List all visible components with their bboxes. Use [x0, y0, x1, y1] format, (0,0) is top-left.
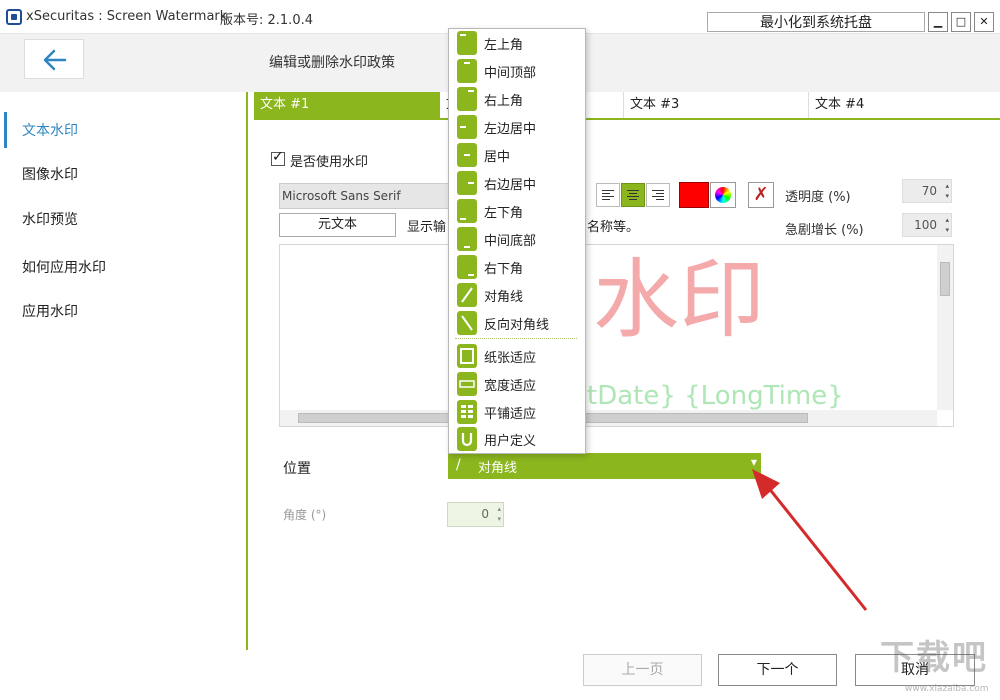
dropdown-separator [455, 338, 577, 339]
align-center-button[interactable] [621, 183, 645, 207]
bottom-left-icon [457, 199, 477, 223]
annotation-arrow-icon [752, 469, 868, 611]
growth-spinner[interactable]: 100 [902, 213, 952, 237]
minimize-button[interactable]: ▁ [928, 12, 948, 32]
sidebar-active-indicator [4, 112, 7, 148]
display-text-hint: 显示输 [407, 220, 447, 235]
sidebar-item-watermark-preview[interactable]: 水印预览 [22, 209, 78, 229]
version-label: 版本号: 2.1.0.4 [220, 13, 313, 28]
vertical-scroll-thumb[interactable] [940, 262, 950, 296]
preview-watermark-text: 水印 [593, 250, 765, 350]
preview-watermark-subtext: tDate} {LongTime} [587, 381, 844, 411]
sidebar-item-how-to-apply[interactable]: 如何应用水印 [22, 257, 106, 277]
display-text-hint-suffix: 名称等。 [587, 220, 640, 235]
dropdown-option-custom[interactable]: 用户定义 [457, 426, 583, 452]
dropdown-option-top-center[interactable]: 中间顶部 [457, 58, 583, 84]
dropdown-option-top-left[interactable]: 左上角 [457, 30, 583, 56]
dropdown-option-fit-width[interactable]: 宽度适应 [457, 371, 583, 397]
dropdown-option-center[interactable]: 居中 [457, 142, 583, 168]
dropdown-option-middle-left[interactable]: 左边居中 [457, 114, 583, 140]
dropdown-option-reverse-diagonal[interactable]: 反向对角线 [457, 310, 583, 336]
maximize-button[interactable]: □ [951, 12, 971, 32]
dropdown-option-top-right[interactable]: 右上角 [457, 86, 583, 112]
center-icon [457, 143, 477, 167]
app-title: xSecuritas : Screen Watermark [26, 9, 228, 24]
align-right-button[interactable] [646, 183, 670, 207]
app-window: xSecuritas : Screen Watermark 版本号: 2.1.0… [0, 0, 1000, 700]
dropdown-option-diagonal[interactable]: 对角线 [457, 282, 583, 308]
use-watermark-checkbox[interactable] [271, 149, 285, 166]
align-left-button[interactable] [596, 183, 620, 207]
diagonal-icon [457, 283, 477, 307]
arrow-left-icon [43, 49, 67, 71]
tab-text-1[interactable]: 文本 #1 [254, 92, 440, 120]
previous-button[interactable]: 上一页 [583, 654, 702, 686]
site-watermark-url: www.xiazaiba.com [905, 684, 989, 694]
angle-label: 角度 (°) [283, 508, 327, 522]
minimize-to-tray-button[interactable]: 最小化到系统托盘 [707, 12, 925, 32]
back-button[interactable] [24, 39, 84, 79]
use-watermark-label: 是否使用水印 [290, 155, 369, 170]
close-button[interactable]: ✕ [974, 12, 994, 32]
position-select[interactable]: / 对角线 ▼ [448, 453, 761, 479]
diagonal-icon: / [456, 457, 461, 473]
opacity-label: 透明度 (%) [785, 190, 851, 205]
bottom-right-icon [457, 255, 477, 279]
top-right-icon [457, 87, 477, 111]
angle-spinner[interactable]: 0 [447, 502, 504, 527]
sidebar-item-apply-watermark[interactable]: 应用水印 [22, 301, 78, 321]
dropdown-option-bottom-left[interactable]: 左下角 [457, 198, 583, 224]
fit-width-icon [457, 372, 477, 396]
dropdown-option-fit-page[interactable]: 纸张适应 [457, 343, 583, 369]
watermark-preview-area[interactable]: 水印 tDate} {LongTime} [279, 244, 954, 427]
sidebar-item-text-watermark[interactable]: 文本水印 [22, 120, 78, 140]
top-left-icon [457, 31, 477, 55]
middle-left-icon [457, 115, 477, 139]
bottom-center-icon [457, 227, 477, 251]
middle-right-icon [457, 171, 477, 195]
dropdown-option-bottom-center[interactable]: 中间底部 [457, 226, 583, 252]
text-color-swatch[interactable] [679, 182, 709, 208]
growth-label: 急剧增长 (%) [785, 223, 864, 238]
clear-format-icon[interactable]: ✗ [748, 182, 774, 208]
raw-text-button[interactable]: 元文本 [279, 213, 396, 237]
position-label: 位置 [283, 461, 311, 477]
tab-text-3[interactable]: 文本 #3 [624, 92, 809, 120]
position-dropdown-menu: 左上角 中间顶部 右上角 左边居中 居中 右边居中 左下角 中间底部 右下角 对… [448, 28, 586, 454]
position-selected-value: 对角线 [478, 461, 518, 476]
dropdown-option-middle-right[interactable]: 右边居中 [457, 170, 583, 196]
tile-icon [457, 400, 477, 424]
reverse-diagonal-icon [457, 311, 477, 335]
site-watermark-logo: 下载吧 [880, 638, 988, 678]
tab-text-4[interactable]: 文本 #4 [809, 92, 1000, 120]
sidebar-item-image-watermark[interactable]: 图像水印 [22, 164, 78, 184]
app-logo-icon [6, 9, 22, 25]
font-select[interactable]: Microsoft Sans Serif [279, 183, 449, 209]
dropdown-option-tile[interactable]: 平铺适应 [457, 399, 583, 425]
fit-page-icon [457, 344, 477, 368]
user-defined-icon [457, 427, 477, 451]
next-button[interactable]: 下一个 [718, 654, 837, 686]
top-center-icon [457, 59, 477, 83]
dropdown-option-bottom-right[interactable]: 右下角 [457, 254, 583, 280]
page-title: 编辑或删除水印政策 [269, 55, 395, 71]
tab-underline [254, 118, 1000, 120]
opacity-spinner[interactable]: 70 [902, 179, 952, 203]
color-picker-icon[interactable] [710, 182, 736, 208]
